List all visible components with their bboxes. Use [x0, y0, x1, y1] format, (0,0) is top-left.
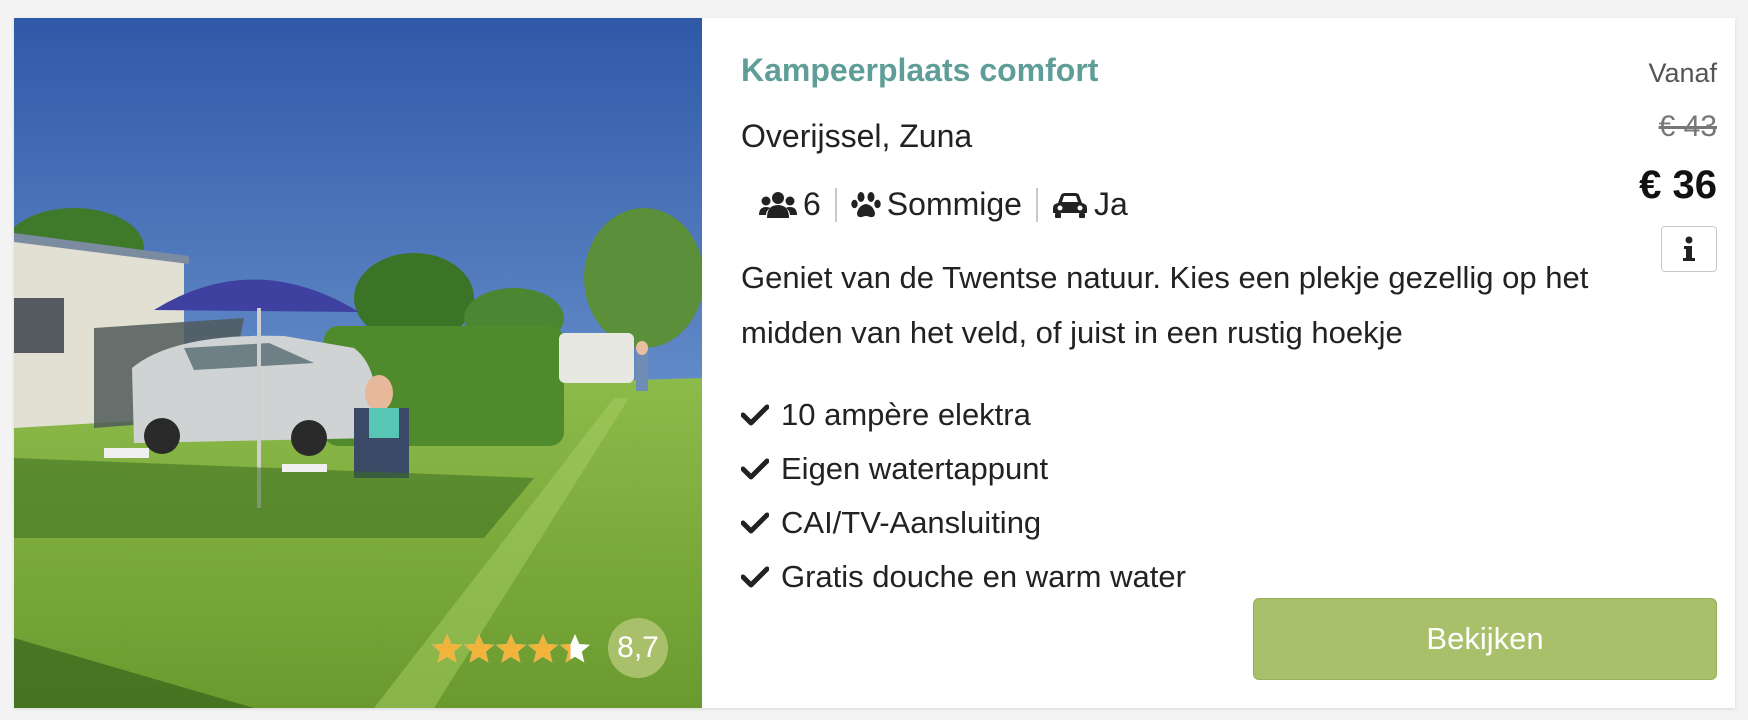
feature-divider: [834, 187, 837, 222]
list-item: 10 ampère elektra: [741, 388, 1186, 442]
info-icon: [1683, 236, 1695, 261]
car-icon: [1052, 192, 1087, 218]
listing-content: Kampeerplaats comfort Overijssel, Zuna 6: [741, 18, 1735, 708]
view-button[interactable]: Bekijken: [1253, 598, 1717, 680]
current-price: € 36: [1639, 163, 1717, 207]
feature-car-value: Ja: [1093, 186, 1128, 222]
list-item: CAI/TV-Aansluiting: [741, 496, 1186, 550]
campsite-photo: [14, 18, 702, 708]
old-price: € 43: [1658, 110, 1717, 143]
feature-pets: Sommige: [851, 186, 1022, 223]
feature-pets-value: Sommige: [886, 186, 1022, 222]
info-button[interactable]: [1661, 226, 1717, 272]
check-icon: [741, 512, 769, 534]
users-icon: [759, 191, 797, 218]
listing-location: Overijssel, Zuna: [741, 118, 973, 154]
amenities-list: 10 ampère elektra Eigen watertappunt CAI…: [741, 388, 1186, 604]
check-icon: [741, 404, 769, 426]
rating: 8,7: [432, 618, 668, 678]
feature-divider: [1035, 187, 1038, 222]
amenity-label: Eigen watertappunt: [781, 451, 1049, 486]
list-item: Gratis douche en warm water: [741, 550, 1186, 604]
amenity-label: CAI/TV-Aansluiting: [781, 505, 1042, 540]
check-icon: [741, 566, 769, 588]
listing-photo[interactable]: 8,7: [14, 18, 702, 708]
amenity-label: 10 ampère elektra: [781, 397, 1031, 432]
listing-title[interactable]: Kampeerplaats comfort: [741, 52, 1098, 89]
rating-score: 8,7: [608, 618, 668, 678]
features-row: 6 Sommige Ja: [759, 186, 1128, 223]
feature-persons: 6: [759, 186, 821, 223]
listing-card: 8,7 Kampeerplaats comfort Overijssel, Zu…: [14, 18, 1735, 708]
check-icon: [741, 458, 769, 480]
feature-persons-value: 6: [803, 186, 821, 222]
amenity-label: Gratis douche en warm water: [781, 559, 1186, 594]
price-from-label: Vanaf: [1648, 58, 1717, 88]
listing-description: Geniet van de Twentse natuur. Kies een p…: [741, 260, 1589, 350]
star-rating: [432, 631, 594, 665]
stars-icon: [432, 634, 590, 663]
list-item: Eigen watertappunt: [741, 442, 1186, 496]
paw-icon: [851, 191, 881, 217]
feature-car: Ja: [1052, 186, 1128, 223]
